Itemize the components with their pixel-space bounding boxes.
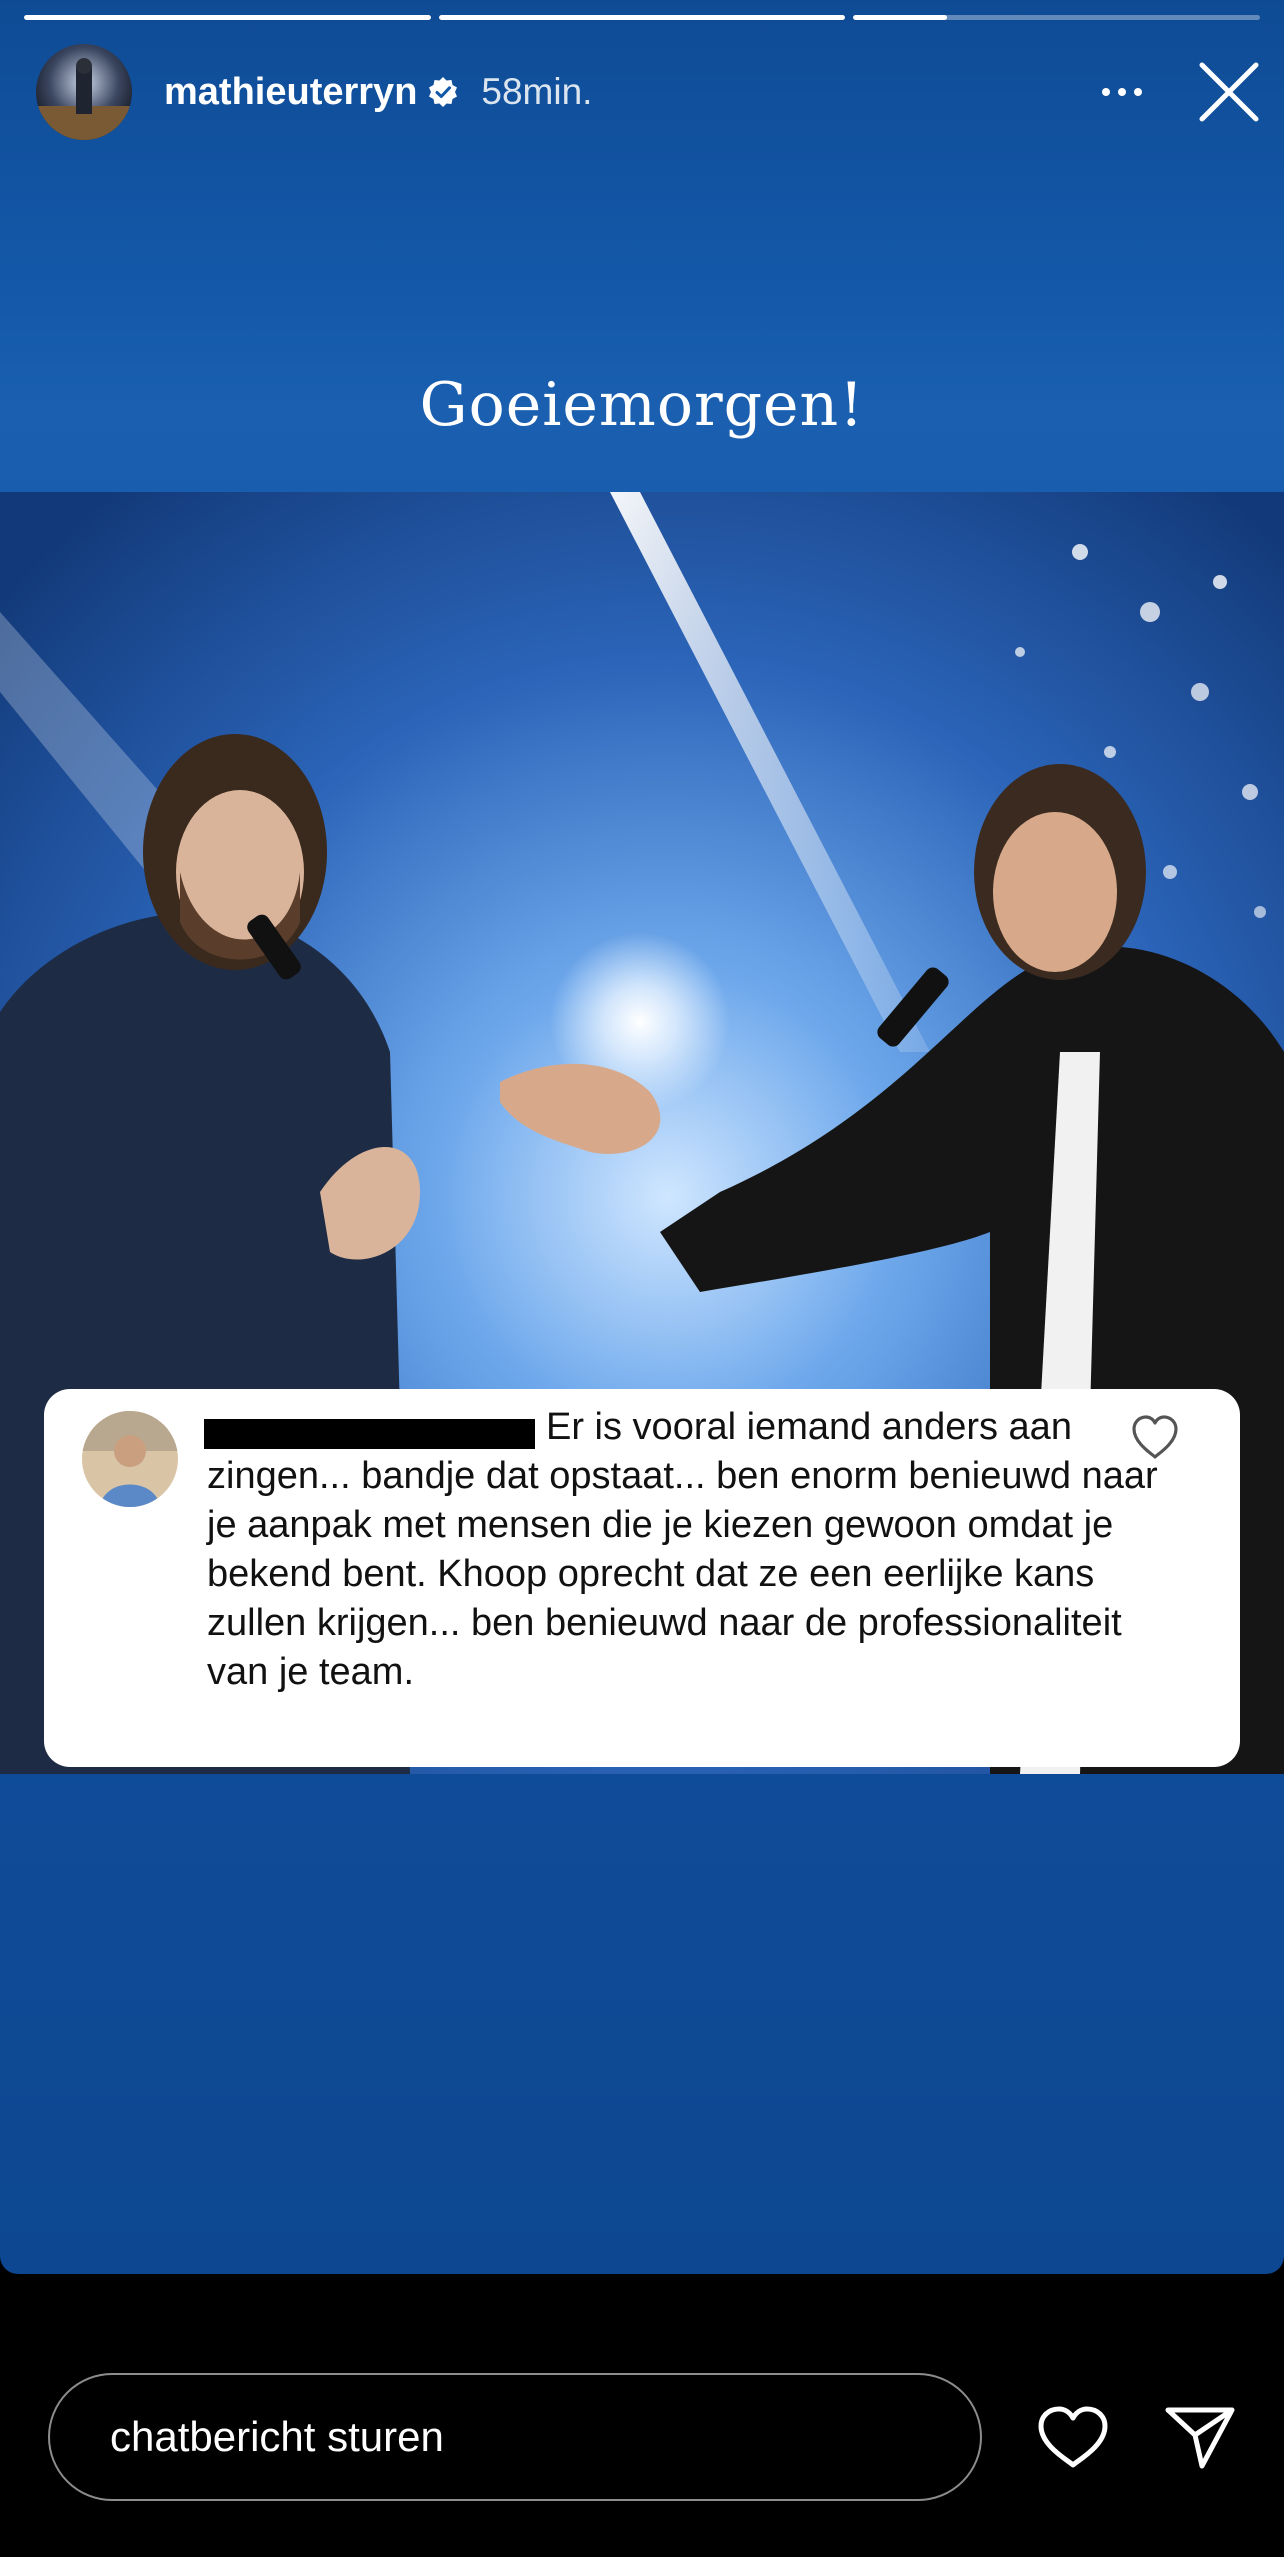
comment-text: Er is vooral iemand anders aan zingen...… <box>207 1406 1158 1693</box>
comment-reply-sticker[interactable]: Er is vooral iemand anders aan zingen...… <box>44 1389 1240 1767</box>
more-options-icon[interactable] <box>1092 72 1152 112</box>
message-input[interactable]: chatbericht sturen <box>48 2373 982 2501</box>
paper-plane-icon[interactable] <box>1164 2402 1236 2472</box>
progress-segment <box>853 15 1261 20</box>
username[interactable]: mathieuterryn <box>164 71 417 114</box>
story-progress-bar <box>24 15 1261 20</box>
progress-segment <box>24 15 431 20</box>
story-timestamp: 58min. <box>481 71 593 112</box>
heart-icon[interactable] <box>1036 2405 1110 2471</box>
story-viewer[interactable]: mathieuterryn 58min. Goeiemorgen! Er is … <box>0 0 1284 2274</box>
story-header: mathieuterryn 58min. <box>36 44 1260 140</box>
profile-avatar[interactable] <box>36 44 132 140</box>
story-reply-bar: chatbericht sturen <box>0 2274 1284 2557</box>
story-caption: Goeiemorgen! <box>419 370 865 440</box>
verified-badge-icon <box>429 77 458 107</box>
commenter-avatar <box>82 1411 178 1507</box>
close-icon[interactable] <box>1198 61 1260 123</box>
heart-icon[interactable] <box>1130 1413 1180 1461</box>
progress-segment <box>438 15 846 20</box>
